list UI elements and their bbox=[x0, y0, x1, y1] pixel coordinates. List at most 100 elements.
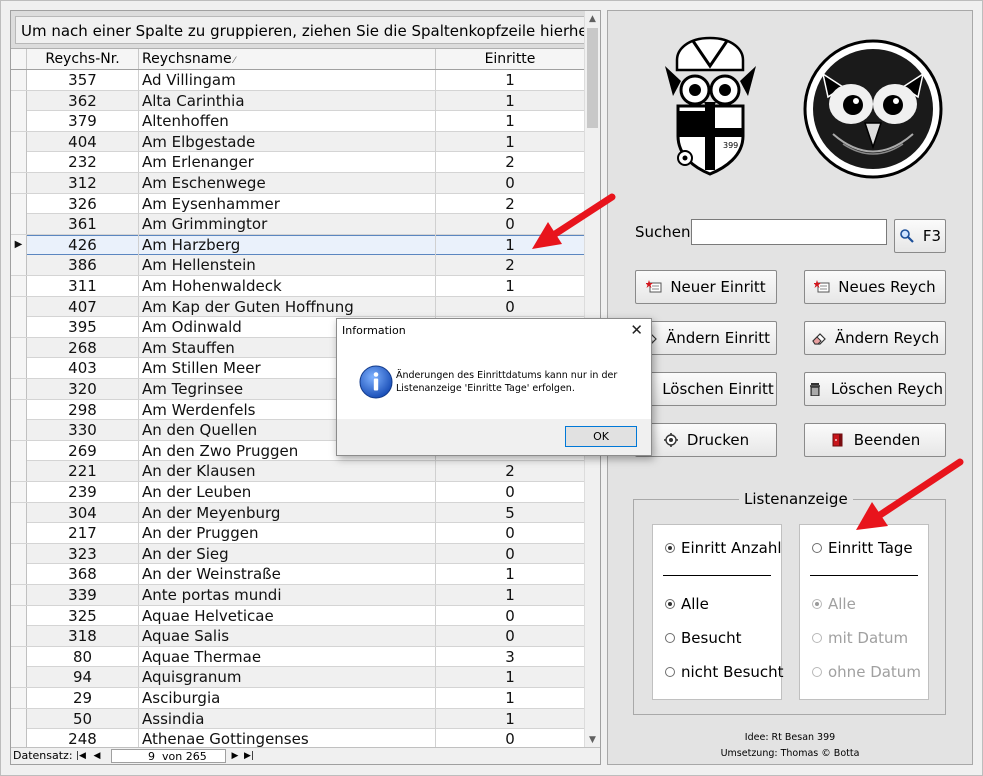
scroll-up-arrow-icon[interactable]: ▲ bbox=[585, 11, 600, 27]
row-indicator[interactable] bbox=[11, 420, 27, 441]
row-indicator[interactable] bbox=[11, 90, 27, 111]
edit-entry-button[interactable]: Ändern Einritt bbox=[635, 321, 777, 355]
table-row[interactable]: 361 Am Grimmingtor 0 bbox=[11, 214, 585, 235]
table-row[interactable]: 368 An der Weinstraße 1 bbox=[11, 564, 585, 585]
table-row[interactable]: 386 Am Hellenstein 2 bbox=[11, 255, 585, 276]
next-record-icon[interactable]: ▶ bbox=[229, 749, 241, 763]
cell-entries[interactable]: 0 bbox=[436, 605, 585, 626]
scroll-thumb[interactable] bbox=[587, 28, 598, 128]
cell-number[interactable]: 407 bbox=[27, 296, 139, 317]
search-f3-button[interactable]: F3 bbox=[894, 219, 946, 253]
table-row[interactable]: 50 Assindia 1 bbox=[11, 708, 585, 730]
row-indicator[interactable] bbox=[11, 626, 27, 647]
radio-all[interactable]: Alle bbox=[665, 595, 709, 613]
cell-entries[interactable]: 0 bbox=[436, 296, 585, 317]
cell-number[interactable]: 403 bbox=[27, 358, 139, 379]
cell-entries[interactable]: 2 bbox=[436, 193, 585, 214]
cell-number[interactable]: 232 bbox=[27, 152, 139, 173]
cell-entries[interactable]: 1 bbox=[436, 688, 585, 708]
cell-entries[interactable]: 0 bbox=[436, 523, 585, 544]
cell-number[interactable]: 298 bbox=[27, 399, 139, 420]
cell-number[interactable]: 362 bbox=[27, 90, 139, 111]
cell-entries[interactable]: 1 bbox=[436, 131, 585, 152]
cell-entries[interactable]: 0 bbox=[436, 626, 585, 647]
cell-entries[interactable]: 1 bbox=[436, 667, 585, 688]
row-indicator[interactable] bbox=[11, 358, 27, 379]
row-indicator[interactable] bbox=[11, 708, 27, 729]
cell-entries[interactable]: 1 bbox=[436, 276, 585, 296]
cell-entries[interactable]: 1 bbox=[436, 564, 585, 585]
row-indicator[interactable] bbox=[11, 379, 27, 399]
row-indicator[interactable] bbox=[11, 255, 27, 276]
row-indicator[interactable] bbox=[11, 523, 27, 544]
radio-entry-days[interactable]: Einritt Tage bbox=[812, 539, 913, 557]
cell-name[interactable]: Alta Carinthia bbox=[139, 90, 436, 111]
cell-number[interactable]: 318 bbox=[27, 626, 139, 647]
cell-number[interactable]: 357 bbox=[27, 70, 139, 90]
cell-entries[interactable]: 0 bbox=[436, 173, 585, 193]
cell-number[interactable]: 379 bbox=[27, 111, 139, 132]
cell-number[interactable]: 339 bbox=[27, 585, 139, 605]
cell-entries[interactable]: 1 bbox=[436, 70, 585, 90]
cell-number[interactable]: 50 bbox=[27, 708, 139, 729]
close-icon[interactable]: ✕ bbox=[630, 321, 643, 339]
row-indicator[interactable] bbox=[11, 440, 27, 461]
edit-reych-button[interactable]: Ändern Reych bbox=[804, 321, 946, 355]
cell-number[interactable]: 94 bbox=[27, 667, 139, 688]
row-indicator[interactable] bbox=[11, 543, 27, 564]
table-row[interactable]: 221 An der Klausen 2 bbox=[11, 461, 585, 482]
radio-not-visited[interactable]: nicht Besucht bbox=[665, 663, 784, 681]
row-indicator[interactable] bbox=[11, 173, 27, 193]
cell-name[interactable]: Aquisgranum bbox=[139, 667, 436, 688]
table-row[interactable]: 357 Ad Villingam 1 bbox=[11, 70, 585, 91]
cell-number[interactable]: 326 bbox=[27, 193, 139, 214]
cell-entries[interactable]: 1 bbox=[436, 708, 585, 729]
cell-name[interactable]: Am Kap der Guten Hoffnung bbox=[139, 296, 436, 317]
radio-visited[interactable]: Besucht bbox=[665, 629, 741, 647]
table-row[interactable]: 323 An der Sieg 0 bbox=[11, 543, 585, 565]
cell-name[interactable]: Altenhoffen bbox=[139, 111, 436, 132]
table-row[interactable]: 407 Am Kap der Guten Hoffnung 0 bbox=[11, 296, 585, 318]
cell-number[interactable]: 395 bbox=[27, 317, 139, 338]
table-row[interactable]: 318 Aquae Salis 0 bbox=[11, 626, 585, 647]
table-row[interactable]: 339 Ante portas mundi 1 bbox=[11, 585, 585, 606]
row-indicator[interactable] bbox=[11, 461, 27, 482]
cell-name[interactable]: Am Hohenwaldeck bbox=[139, 276, 436, 296]
cell-entries[interactable]: 2 bbox=[436, 255, 585, 276]
row-indicator[interactable] bbox=[11, 193, 27, 214]
current-row-indicator-icon[interactable]: ▶ bbox=[11, 234, 27, 255]
cell-number[interactable]: 386 bbox=[27, 255, 139, 276]
cell-number[interactable]: 221 bbox=[27, 461, 139, 482]
row-indicator[interactable] bbox=[11, 667, 27, 688]
cell-number[interactable]: 311 bbox=[27, 276, 139, 296]
cell-name[interactable]: Assindia bbox=[139, 708, 436, 729]
new-reych-button[interactable]: Neues Reych bbox=[804, 270, 946, 304]
cell-number[interactable]: 323 bbox=[27, 543, 139, 564]
cell-entries[interactable]: 0 bbox=[436, 482, 585, 502]
cell-number[interactable]: 361 bbox=[27, 214, 139, 235]
cell-number[interactable]: 312 bbox=[27, 173, 139, 193]
cell-number[interactable]: 330 bbox=[27, 420, 139, 441]
scroll-down-arrow-icon[interactable]: ▼ bbox=[585, 732, 600, 748]
row-indicator[interactable] bbox=[11, 502, 27, 523]
table-row[interactable]: 326 Am Eysenhammer 2 bbox=[11, 193, 585, 215]
delete-entry-button[interactable]: Löschen Einritt bbox=[635, 372, 777, 406]
table-row[interactable]: 239 An der Leuben 0 bbox=[11, 482, 585, 503]
column-header-name[interactable]: Reychsname ⁄ bbox=[139, 49, 436, 69]
new-entry-button[interactable]: Neuer Einritt bbox=[635, 270, 777, 304]
row-indicator[interactable] bbox=[11, 317, 27, 338]
radio-entry-count[interactable]: Einritt Anzahl bbox=[665, 539, 782, 557]
cell-entries[interactable]: 1 bbox=[436, 234, 585, 255]
cell-number[interactable]: 426 bbox=[27, 234, 139, 255]
row-indicator[interactable] bbox=[11, 337, 27, 358]
cell-number[interactable]: 304 bbox=[27, 502, 139, 523]
table-row[interactable]: 80 Aquae Thermae 3 bbox=[11, 646, 585, 668]
cell-name[interactable]: Aquae Salis bbox=[139, 626, 436, 647]
cell-name[interactable]: Am Eysenhammer bbox=[139, 193, 436, 214]
row-indicator[interactable] bbox=[11, 646, 27, 667]
cell-number[interactable]: 404 bbox=[27, 131, 139, 152]
cell-number[interactable]: 217 bbox=[27, 523, 139, 544]
cell-name[interactable]: Am Hellenstein bbox=[139, 255, 436, 276]
table-row[interactable]: 379 Altenhoffen 1 bbox=[11, 111, 585, 132]
table-row[interactable]: 94 Aquisgranum 1 bbox=[11, 667, 585, 688]
